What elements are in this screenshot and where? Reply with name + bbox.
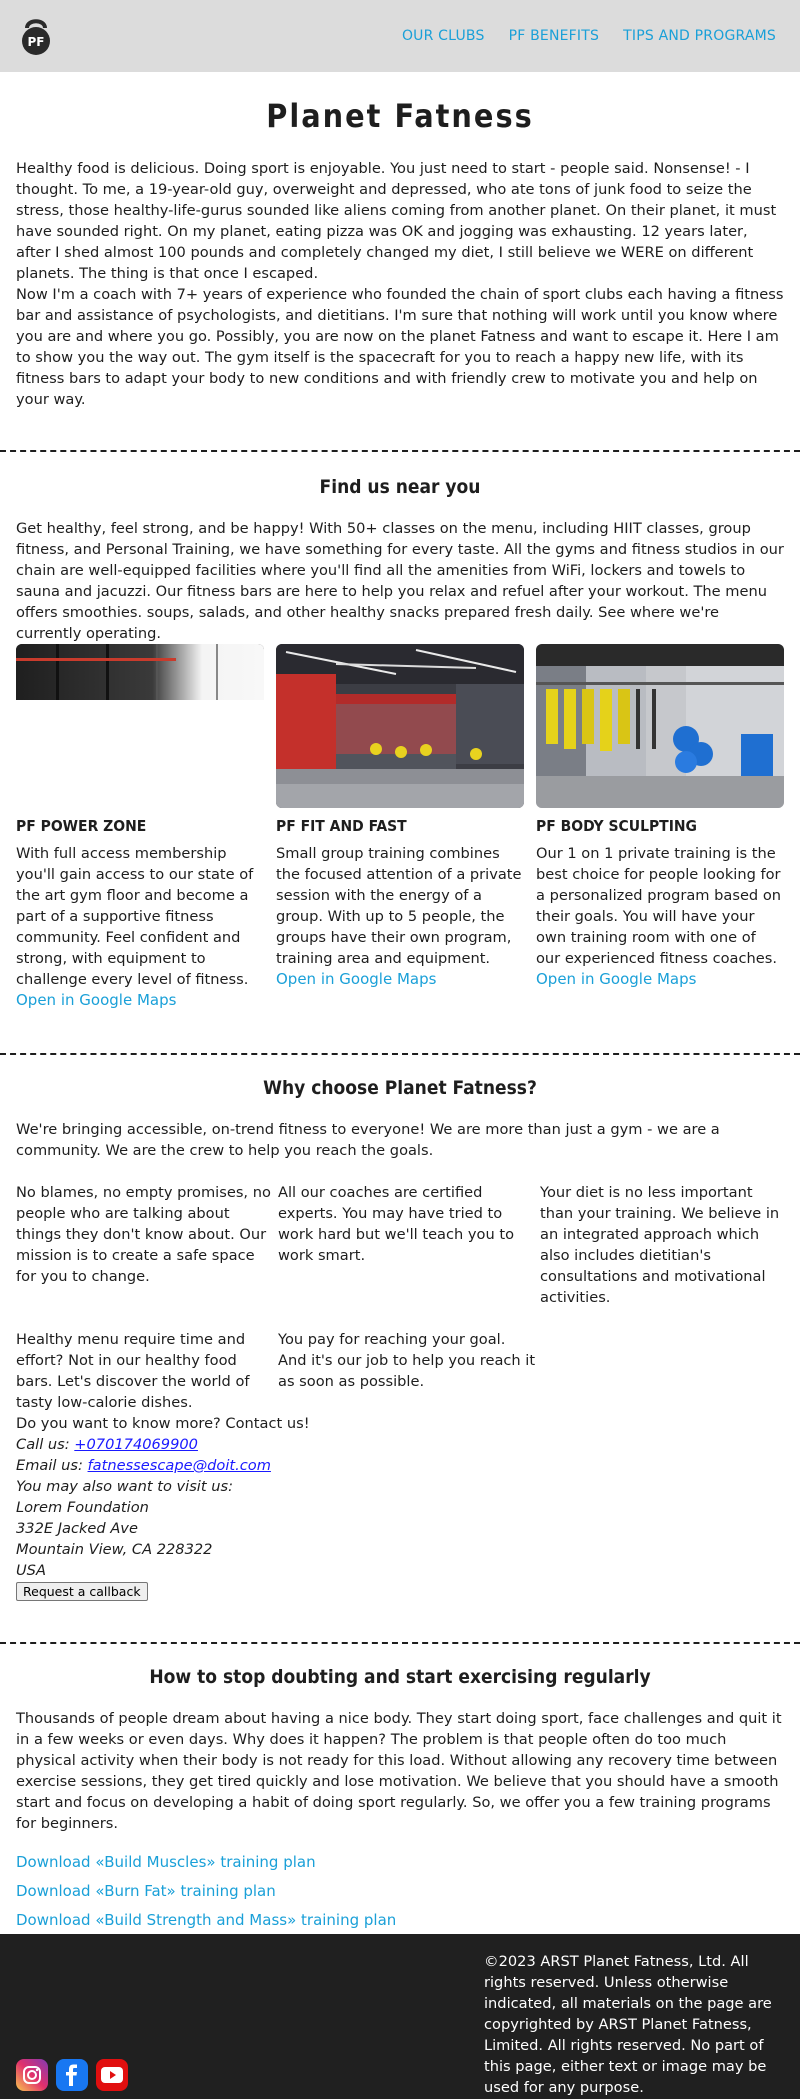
club-card: PF POWER ZONE With full access membershi… xyxy=(16,644,264,1011)
facebook-icon[interactable] xyxy=(56,2059,88,2091)
gym-interior-image xyxy=(536,644,784,808)
address-line: USA xyxy=(16,1562,46,1579)
email-us-label: Email us: xyxy=(16,1457,88,1474)
downloads-list: Download «Build Muscles» training plan D… xyxy=(16,1852,784,1932)
intro-paragraph-2: Now I'm a coach with 7+ years of experie… xyxy=(16,286,784,408)
club-name: PF BODY SCULPTING xyxy=(536,817,697,835)
club-photo-power-zone xyxy=(16,644,264,808)
clubs-section: Find us near you Get healthy, feel stron… xyxy=(0,452,800,1053)
contact-intro: Do you want to know more? Contact us! xyxy=(16,1415,310,1432)
club-photo-fit-and-fast xyxy=(276,644,524,808)
address-line: Mountain View, CA 228322 xyxy=(16,1541,213,1558)
clubs-intro: Get healthy, feel strong, and be happy! … xyxy=(16,520,784,642)
social-links xyxy=(16,2059,128,2091)
benefit-item: All our coaches are certified experts. Y… xyxy=(278,1184,515,1264)
site-header: PF OUR CLUBS PF BENEFITS TIPS AND PROGRA… xyxy=(0,0,800,72)
address-line: 332E Jacked Ave xyxy=(16,1520,138,1537)
address-line: Lorem Foundation xyxy=(16,1499,149,1516)
nav-pf-benefits[interactable]: PF BENEFITS xyxy=(509,26,600,47)
page-title: Planet Fatness xyxy=(266,97,534,135)
open-google-maps-link[interactable]: Open in Google Maps xyxy=(16,991,176,1009)
tips-section: How to stop doubting and start exercisin… xyxy=(0,1644,800,1934)
club-name: PF POWER ZONE xyxy=(16,817,147,835)
benefit-item: No blames, no empty promises, no people … xyxy=(16,1184,271,1285)
club-card: PF FIT AND FAST Small group training com… xyxy=(276,644,524,1011)
svg-text:PF: PF xyxy=(28,35,45,49)
site-footer: ©2023 ARST Planet Fatness, Ltd. All righ… xyxy=(0,1934,800,2099)
email-us-line: Email us: fatnessescape@doit.com xyxy=(16,1455,784,1476)
clubs-list: PF POWER ZONE With full access membershi… xyxy=(16,644,784,1011)
copyright-text: ©2023 ARST Planet Fatness, Ltd. All righ… xyxy=(484,1953,772,2096)
benefit-item: Your diet is no less important than your… xyxy=(540,1184,780,1306)
clubs-title: Find us near you xyxy=(319,476,481,498)
visit-us-label: You may also want to visit us: xyxy=(16,1478,233,1495)
youtube-icon[interactable] xyxy=(96,2059,128,2091)
club-name: PF FIT AND FAST xyxy=(276,817,407,835)
request-callback-button[interactable]: Request a callback xyxy=(16,1582,148,1601)
club-description: Small group training combines the focuse… xyxy=(276,845,522,967)
intro-section: Planet Fatness Healthy food is delicious… xyxy=(0,72,800,450)
call-us-line: Call us: +070174069900 xyxy=(16,1434,784,1455)
nav-our-clubs[interactable]: OUR CLUBS xyxy=(402,26,485,47)
phone-link[interactable]: +070174069900 xyxy=(74,1436,198,1453)
download-burn-fat-link[interactable]: Download «Burn Fat» training plan xyxy=(16,1882,276,1900)
nav-tips-and-programs[interactable]: TIPS AND PROGRAMS xyxy=(623,26,776,47)
benefit-item: Healthy menu require time and effort? No… xyxy=(16,1331,250,1411)
tips-text: Thousands of people dream about having a… xyxy=(16,1710,782,1832)
instagram-icon[interactable] xyxy=(16,2059,48,2091)
download-strength-mass-link[interactable]: Download «Build Strength and Mass» train… xyxy=(16,1911,396,1929)
gym-interior-image xyxy=(276,644,524,808)
open-google-maps-link[interactable]: Open in Google Maps xyxy=(276,970,436,988)
intro-paragraph-1: Healthy food is delicious. Doing sport i… xyxy=(16,160,777,282)
email-link[interactable]: fatnessescape@doit.com xyxy=(88,1457,271,1474)
main-nav: OUR CLUBS PF BENEFITS TIPS AND PROGRAMS xyxy=(402,26,776,47)
kettlebell-logo-icon: PF xyxy=(22,19,50,55)
tips-title: How to stop doubting and start exercisin… xyxy=(149,1666,651,1688)
club-photo-body-sculpting xyxy=(536,644,784,808)
benefit-item: You pay for reaching your goal. And it's… xyxy=(278,1331,536,1390)
benefits-intro: We're bringing accessible, on-trend fitn… xyxy=(16,1121,720,1159)
benefits-grid: No blames, no empty promises, no people … xyxy=(16,1182,784,1308)
benefits-section: Why choose Planet Fatness? We're bringin… xyxy=(0,1055,800,1642)
gym-interior-image xyxy=(16,644,264,808)
logo[interactable]: PF xyxy=(18,16,54,56)
benefits-grid-row-2: Healthy menu require time and effort? No… xyxy=(16,1329,784,1413)
download-build-muscles-link[interactable]: Download «Build Muscles» training plan xyxy=(16,1853,316,1871)
benefits-title: Why choose Planet Fatness? xyxy=(263,1077,537,1099)
club-card: PF BODY SCULPTING Our 1 on 1 private tra… xyxy=(536,644,784,1011)
club-description: With full access membership you'll gain … xyxy=(16,845,254,988)
contact-block: Do you want to know more? Contact us! Ca… xyxy=(16,1413,784,1602)
club-description: Our 1 on 1 private training is the best … xyxy=(536,845,782,967)
call-us-label: Call us: xyxy=(16,1436,75,1453)
open-google-maps-link[interactable]: Open in Google Maps xyxy=(536,970,696,988)
